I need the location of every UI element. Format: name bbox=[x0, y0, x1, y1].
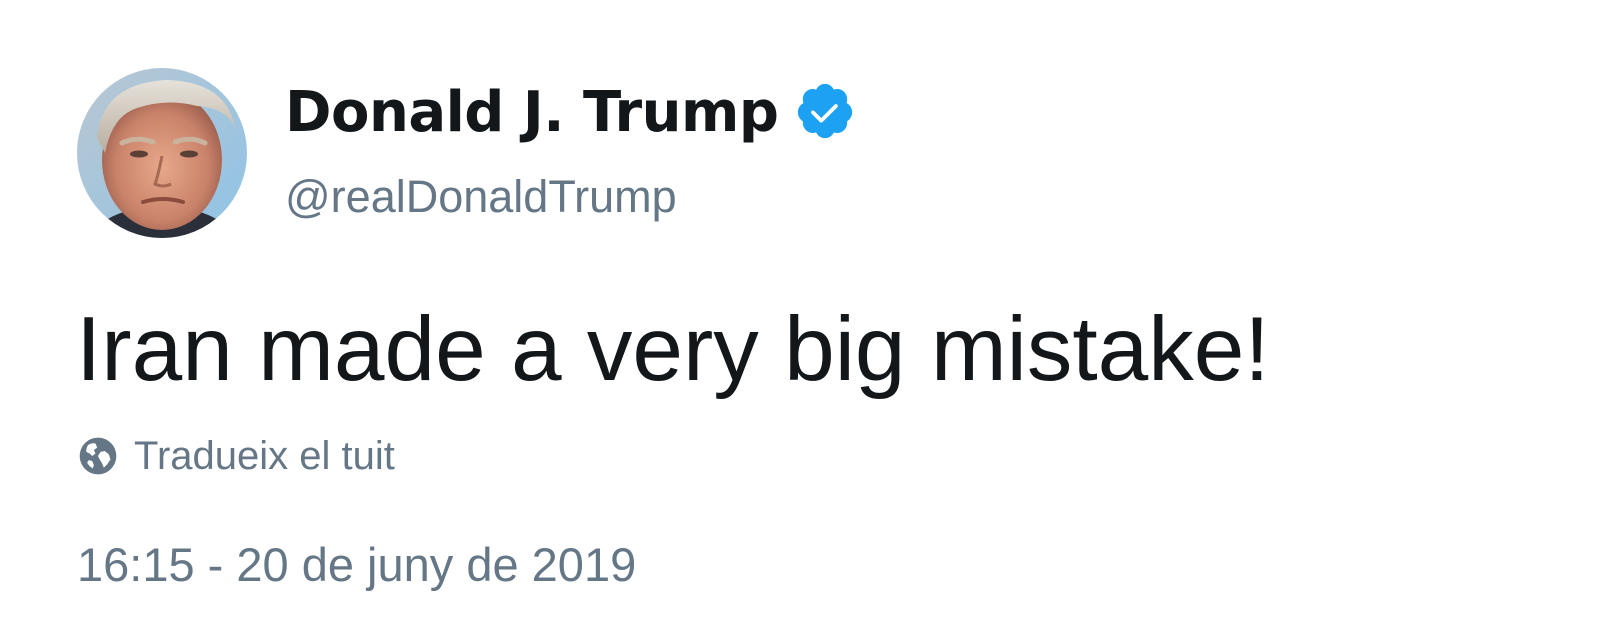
tweet-timestamp[interactable]: 16:15 - 20 de juny de 2019 bbox=[77, 537, 636, 593]
tweet-card: Donald J. Trump @realDonaldTrump Iran ma… bbox=[0, 0, 1600, 639]
translate-tweet-button[interactable]: Tradueix el tuit bbox=[78, 432, 395, 480]
tweet-text: Iran made a very big mistake! bbox=[76, 299, 1270, 400]
author-name[interactable]: Donald J. Trump bbox=[285, 78, 779, 148]
avatar-image bbox=[77, 68, 247, 238]
translate-label: Tradueix el tuit bbox=[134, 434, 395, 478]
author-handle[interactable]: @realDonaldTrump bbox=[285, 170, 677, 224]
globe-icon bbox=[79, 437, 117, 475]
author-avatar[interactable] bbox=[77, 68, 247, 238]
verified-badge-icon bbox=[797, 83, 853, 139]
